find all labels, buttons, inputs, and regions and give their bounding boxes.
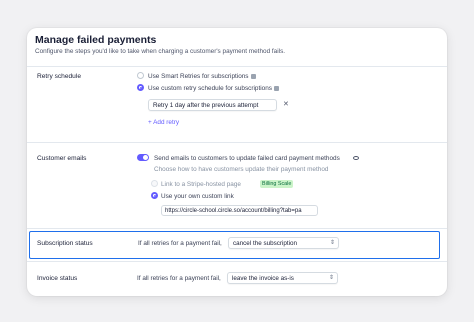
divider — [27, 142, 447, 143]
info-icon[interactable] — [250, 73, 256, 79]
stripe-hosted-label: Link to a Stripe-hosted page — [161, 181, 241, 188]
custom-retry-label: Use custom retry schedule for subscripti… — [148, 85, 272, 92]
subscription-status-label: Subscription status — [37, 240, 93, 247]
eye-icon[interactable] — [353, 156, 359, 160]
chevron-updown-icon: ⇕ — [329, 240, 335, 246]
smart-retries-option: Use Smart Retries for subscriptions — [148, 73, 256, 80]
retry-schedule-value: Retry 1 day after the previous attempt — [153, 102, 259, 109]
invoice-status-select[interactable]: leave the invoice as-is ⇕ — [227, 272, 338, 284]
page-subtitle: Configure the steps you'd like to take w… — [35, 48, 286, 55]
card-header: Manage failed payments Configure the ste… — [35, 34, 439, 55]
add-retry-link[interactable]: + Add retry — [148, 119, 179, 126]
divider — [27, 66, 447, 67]
subscription-status-row: Subscription status If all retries for a… — [29, 231, 440, 259]
invoice-status-prefix: If all retries for a payment fail, — [137, 275, 221, 282]
send-emails-hint: Choose how to have customers update thei… — [154, 166, 329, 173]
retry-schedule-select[interactable]: Retry 1 day after the previous attempt — [148, 99, 277, 111]
smart-retries-label: Use Smart Retries for subscriptions — [148, 73, 249, 80]
custom-link-input[interactable]: https://circle-school.circle.so/account/… — [161, 205, 318, 216]
close-icon[interactable]: ✕ — [283, 100, 289, 108]
custom-retry-option: Use custom retry schedule for subscripti… — [148, 85, 279, 92]
info-icon[interactable] — [273, 85, 279, 91]
chevron-updown-icon: ⇕ — [328, 275, 334, 281]
page-title: Manage failed payments — [35, 34, 157, 46]
send-emails-label: Send emails to customers to update faile… — [154, 155, 340, 162]
radio-stripe-hosted[interactable] — [151, 180, 158, 187]
divider — [27, 261, 447, 262]
custom-link-label: Use your own custom link — [161, 193, 234, 200]
radio-custom-link[interactable] — [151, 192, 158, 199]
retry-schedule-label: Retry schedule — [37, 73, 81, 80]
subscription-status-value: cancel the subscription — [233, 240, 298, 247]
radio-custom-retry[interactable] — [137, 84, 144, 91]
subscription-status-select[interactable]: cancel the subscription ⇕ — [228, 237, 339, 249]
invoice-status-label: Invoice status — [37, 275, 78, 282]
send-emails-toggle[interactable] — [137, 154, 149, 161]
subscription-status-prefix: If all retries for a payment fail, — [138, 240, 222, 247]
invoice-status-value: leave the invoice as-is — [232, 275, 294, 282]
customer-emails-label: Customer emails — [37, 155, 87, 162]
divider — [27, 228, 447, 229]
radio-smart-retries[interactable] — [137, 72, 144, 79]
billing-scale-badge: Billing Scale — [260, 180, 294, 188]
